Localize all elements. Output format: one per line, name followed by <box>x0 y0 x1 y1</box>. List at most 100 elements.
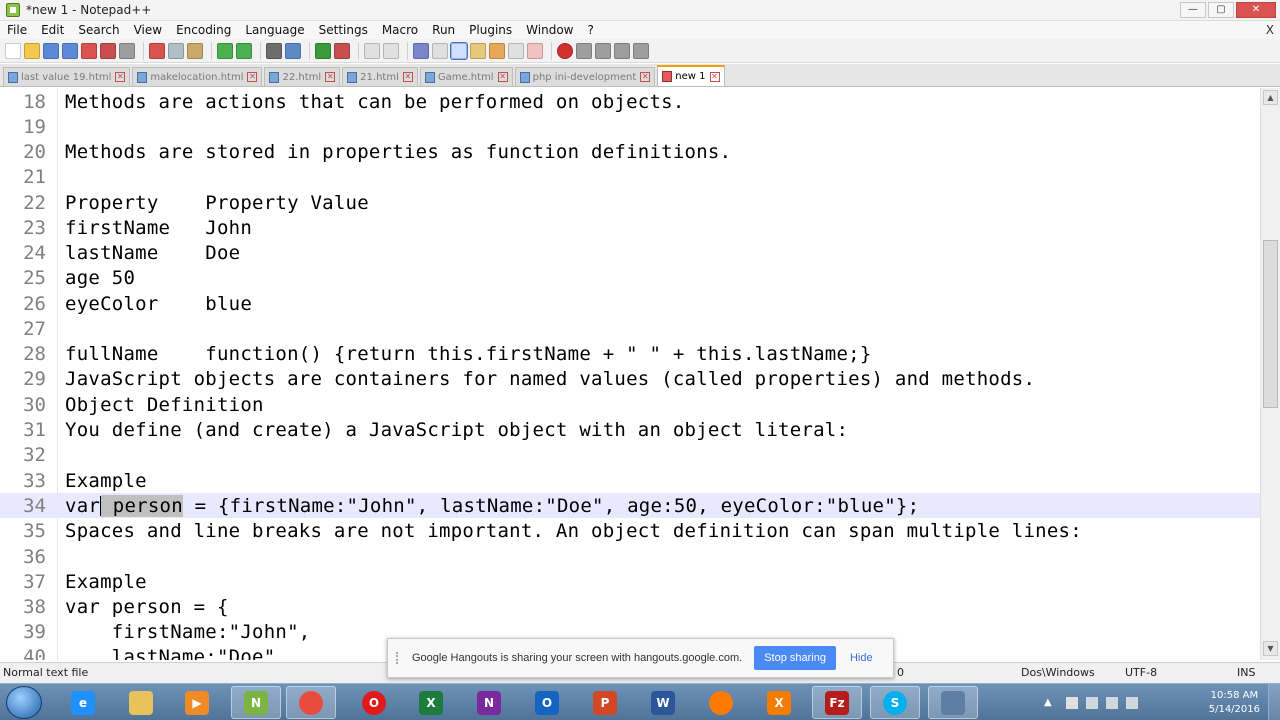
taskbar-app[interactable] <box>286 686 336 719</box>
close-all-icon[interactable] <box>100 42 116 59</box>
tab-makelocation[interactable]: makelocation.html ✕ <box>132 67 263 86</box>
menu-edit[interactable]: Edit <box>34 21 71 39</box>
tab-close-icon[interactable]: ✕ <box>115 72 126 82</box>
show-all-chars-icon[interactable] <box>432 42 448 59</box>
save-icon[interactable] <box>43 42 59 59</box>
drag-handle-icon[interactable] <box>396 652 400 664</box>
line-text[interactable]: Object Definition <box>65 394 264 416</box>
close-file-icon[interactable] <box>81 42 97 59</box>
taskbar-app[interactable]: Fz <box>812 686 862 719</box>
word-wrap-icon[interactable] <box>413 42 429 59</box>
tab-22[interactable]: 22.html ✕ <box>264 67 341 86</box>
action-center-icon[interactable] <box>1066 697 1078 709</box>
tab-close-icon[interactable]: ✕ <box>247 72 258 82</box>
line-text[interactable]: var person = {firstName:"John", lastName… <box>65 494 919 517</box>
line-text[interactable]: Example <box>65 470 147 492</box>
copy-icon[interactable] <box>168 42 184 59</box>
zoom-in-icon[interactable] <box>315 42 331 59</box>
undo-icon[interactable] <box>217 42 233 59</box>
display-icon[interactable] <box>1086 697 1098 709</box>
menu-view[interactable]: View <box>127 21 169 39</box>
doc-map-icon[interactable] <box>489 42 505 59</box>
tab-close-icon[interactable]: ✕ <box>402 72 413 82</box>
tab-close-icon[interactable]: ✕ <box>709 71 720 82</box>
taskbar-app[interactable] <box>116 686 166 719</box>
system-clock[interactable]: 10:58 AM 5/14/2016 <box>1209 689 1260 717</box>
menu-language[interactable]: Language <box>238 21 311 39</box>
line-text[interactable]: JavaScript objects are containers for na… <box>65 368 1035 390</box>
line-text[interactable]: lastName Doe <box>65 242 240 264</box>
menu-run[interactable]: Run <box>425 21 462 39</box>
save-all-icon[interactable] <box>62 42 78 59</box>
close-document-button[interactable]: X <box>1266 21 1274 39</box>
tab-close-icon[interactable]: ✕ <box>497 72 508 82</box>
line-text[interactable]: Methods are actions that can be performe… <box>65 91 685 113</box>
scrollbar-thumb[interactable] <box>1263 240 1278 408</box>
menu-help[interactable]: ? <box>580 21 600 39</box>
taskbar-app[interactable]: O <box>349 686 399 719</box>
redo-icon[interactable] <box>236 42 252 59</box>
indent-guide-icon[interactable] <box>450 41 468 60</box>
line-text[interactable]: Property Property Value <box>65 192 369 214</box>
folder-workspace-icon[interactable] <box>527 42 543 59</box>
tab-close-icon[interactable]: ✕ <box>325 72 336 82</box>
stop-sharing-button[interactable]: Stop sharing <box>754 646 836 670</box>
scroll-up-arrow-icon[interactable]: ▲ <box>1263 90 1278 105</box>
play-macro-icon[interactable] <box>595 42 611 59</box>
line-text[interactable]: age 50 <box>65 267 135 289</box>
taskbar-app[interactable] <box>696 686 746 719</box>
tab-php-ini[interactable]: php ini-development ✕ <box>514 67 656 86</box>
taskbar-app[interactable]: S <box>870 686 920 719</box>
network-icon[interactable] <box>1106 697 1118 709</box>
vertical-scrollbar[interactable]: ▲ ▼ <box>1260 88 1280 660</box>
menu-plugins[interactable]: Plugins <box>462 21 519 39</box>
open-folder-icon[interactable] <box>24 42 40 59</box>
paste-icon[interactable] <box>187 42 203 59</box>
tab-last-value-19[interactable]: last value 19.html ✕ <box>3 67 131 86</box>
maximize-button[interactable]: ▢ <box>1208 2 1234 18</box>
menu-macro[interactable]: Macro <box>375 21 425 39</box>
line-text[interactable]: Example <box>65 571 147 593</box>
minimize-button[interactable]: — <box>1180 2 1206 18</box>
menu-window[interactable]: Window <box>519 21 580 39</box>
menu-encoding[interactable]: Encoding <box>169 21 238 39</box>
run-macro-multiple-icon[interactable] <box>614 42 630 59</box>
taskbar-app[interactable]: X <box>406 686 456 719</box>
hide-banner-button[interactable]: Hide <box>850 652 873 664</box>
close-button[interactable]: ✕ <box>1236 2 1276 18</box>
record-macro-icon[interactable] <box>557 42 573 59</box>
replace-icon[interactable] <box>285 42 301 59</box>
find-icon[interactable] <box>266 42 282 59</box>
tab-game[interactable]: Game.html ✕ <box>419 67 513 86</box>
volume-icon[interactable] <box>1126 697 1138 709</box>
cut-icon[interactable] <box>149 42 165 59</box>
taskbar-app[interactable]: X <box>754 686 804 719</box>
line-text[interactable]: firstName:"John", <box>65 621 310 643</box>
line-text[interactable]: Spaces and line breaks are not important… <box>65 520 1082 542</box>
tab-close-icon[interactable]: ✕ <box>640 72 651 82</box>
show-desktop-button[interactable] <box>1268 684 1280 720</box>
print-icon[interactable] <box>119 42 135 59</box>
line-text[interactable]: Methods are stored in properties as func… <box>65 141 731 163</box>
taskbar-app[interactable]: W <box>638 686 688 719</box>
taskbar-app[interactable]: N <box>464 686 514 719</box>
taskbar-app[interactable]: O <box>522 686 572 719</box>
menu-settings[interactable]: Settings <box>312 21 375 39</box>
text-editor[interactable]: 18 Methods are actions that can be perfor… <box>0 88 1260 660</box>
function-list-icon[interactable] <box>508 42 524 59</box>
line-text[interactable]: lastName:"Doe", <box>65 646 287 661</box>
menu-file[interactable]: File <box>0 21 34 39</box>
taskbar-app[interactable]: e <box>58 686 108 719</box>
tab-new-1[interactable]: new 1 ✕ <box>657 65 725 86</box>
taskbar-app[interactable]: ▶ <box>172 686 222 719</box>
taskbar-app-active[interactable]: N <box>231 686 281 719</box>
new-file-icon[interactable] <box>5 42 21 59</box>
taskbar-app[interactable] <box>928 686 978 719</box>
start-button-icon[interactable] <box>6 686 42 719</box>
menu-search[interactable]: Search <box>71 21 126 39</box>
sync-vertical-icon[interactable] <box>364 42 380 59</box>
stop-macro-icon[interactable] <box>576 42 592 59</box>
save-macro-icon[interactable] <box>633 42 649 59</box>
line-text[interactable]: var person = { <box>65 596 229 618</box>
language-icon[interactable] <box>470 42 486 59</box>
